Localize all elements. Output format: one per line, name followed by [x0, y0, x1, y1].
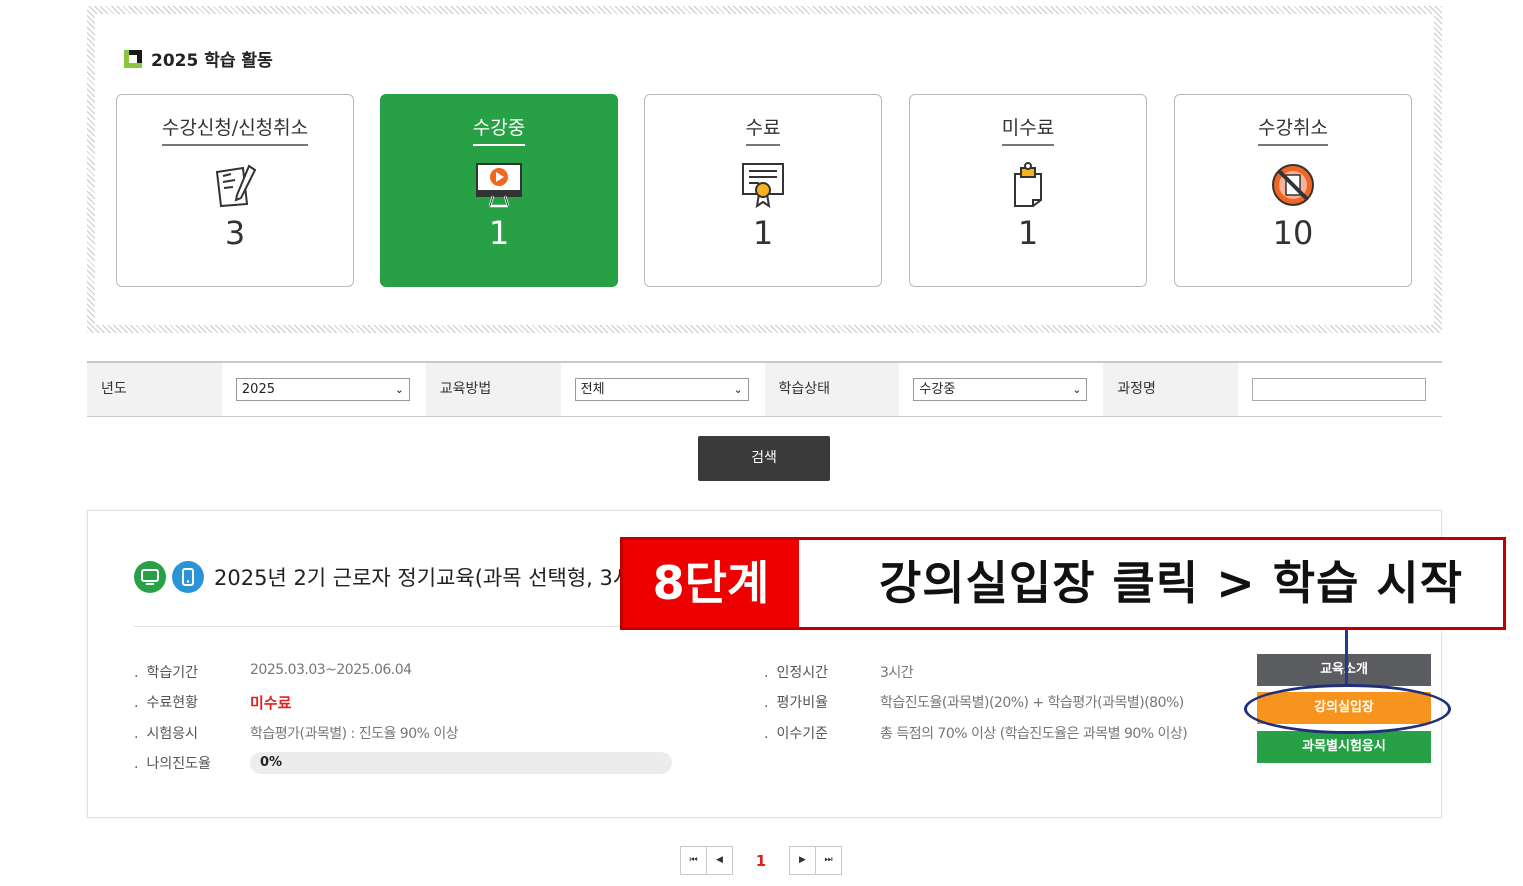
course-name-input[interactable] [1252, 378, 1427, 401]
progress-bar: 0% [250, 752, 672, 774]
highlight-ellipse [1244, 684, 1451, 734]
stat-card-incomplete[interactable]: 미수료 1 [909, 94, 1147, 287]
stat-label: 수료 [745, 113, 781, 146]
cancel-icon [1272, 164, 1314, 206]
summary-title-text: 2025 학습 활동 [151, 51, 273, 71]
first-page-button[interactable]: ⏮ [680, 846, 707, 875]
criteria-value: 총 득점의 70% 이상 (학습진도율은 과목별 90% 이상) [880, 726, 1188, 742]
course-header: 2025년 2기 근로자 정기교육(과목 선택형, 3시 [134, 561, 632, 593]
certificate-icon [742, 163, 784, 209]
exam-value: 학습평가(과목별) : 진도율 90% 이상 [250, 726, 459, 742]
pc-icon [134, 561, 166, 593]
hours-label: 인정시간 [764, 662, 828, 682]
completion-status-badge: 미수료 [250, 694, 292, 712]
method-select-value: 전체 [580, 382, 605, 397]
search-filter-bar: 년도 2025 ⌄ 교육방법 전체 ⌄ 학습상태 수강중 ⌄ 과정명 [87, 361, 1442, 417]
course-name-field [1238, 363, 1442, 416]
clipboard-icon [1014, 162, 1042, 207]
subject-exam-button[interactable]: 과목별시험응시 [1257, 731, 1431, 763]
stat-card-in-progress[interactable]: 수강중 1 [380, 94, 618, 287]
last-page-button[interactable]: ⏭ [815, 846, 842, 875]
stat-count: 1 [488, 214, 510, 252]
method-field: 전체 ⌄ [561, 363, 765, 416]
title-square-icon [124, 49, 142, 68]
stat-card-cancelled[interactable]: 수강취소 10 [1174, 94, 1412, 287]
course-title: 2025년 2기 근로자 정기교육(과목 선택형, 3시 [214, 566, 633, 590]
method-select[interactable]: 전체 ⌄ [574, 378, 749, 401]
stat-count: 1 [752, 214, 774, 252]
status-select[interactable]: 수강중 ⌄ [913, 378, 1088, 401]
page-number-current[interactable]: 1 [733, 852, 789, 870]
first-page-icon: ⏮ [689, 855, 698, 865]
status-label: 학습상태 [764, 363, 900, 416]
stat-label: 수강취소 [1258, 113, 1328, 146]
year-label: 년도 [87, 363, 222, 416]
video-lecture-icon [476, 163, 522, 208]
year-select-value: 2025 [241, 382, 275, 397]
application-form-icon [215, 164, 257, 208]
pagination: ⏮ ◀ 1 ▶ ⏭ [680, 846, 842, 875]
method-label: 교육방법 [425, 363, 561, 416]
progress-value: 0% [260, 755, 283, 770]
completion-label: 수료현황 [134, 692, 198, 712]
learning-summary-panel: 2025 학습 활동 수강신청/신청취소 3 수강중 1 수료 1 미수료 1 … [87, 6, 1442, 333]
period-label: 학습기간 [134, 662, 198, 682]
criteria-label: 이수기준 [764, 723, 828, 743]
course-name-label: 과정명 [1103, 363, 1239, 416]
ratio-value: 학습진도율(과목별)(20%) + 학습평가(과목별)(80%) [880, 695, 1184, 711]
stat-label: 수강중 [472, 113, 526, 146]
step-instruction: 강의실입장 클릭 > 학습 시작 [878, 556, 1464, 610]
stat-count: 1 [1017, 214, 1039, 252]
stat-count: 10 [1272, 214, 1314, 252]
stat-card-completed[interactable]: 수료 1 [644, 94, 882, 287]
prev-page-button[interactable]: ◀ [706, 846, 733, 875]
last-page-icon: ⏭ [824, 855, 833, 865]
learning-summary-inner: 2025 학습 활동 수강신청/신청취소 3 수강중 1 수료 1 미수료 1 … [95, 14, 1434, 325]
stat-count: 3 [224, 214, 246, 252]
search-button[interactable]: 검색 [698, 436, 830, 481]
status-field: 수강중 ⌄ [899, 363, 1103, 416]
next-page-icon: ▶ [799, 855, 806, 865]
status-select-value: 수강중 [919, 382, 956, 397]
progress-label: 나의진도율 [134, 753, 210, 773]
mobile-icon [172, 561, 204, 593]
course-intro-button[interactable]: 교육소개 [1257, 654, 1431, 686]
chevron-down-icon: ⌄ [733, 383, 743, 396]
year-select[interactable]: 2025 ⌄ [235, 378, 410, 401]
stat-label: 미수료 [1001, 113, 1055, 146]
year-field: 2025 ⌄ [222, 363, 426, 416]
stat-label: 수강신청/신청취소 [161, 113, 309, 146]
hours-value: 3시간 [880, 665, 914, 681]
period-value: 2025.03.03~2025.06.04 [250, 662, 412, 678]
prev-page-icon: ◀ [716, 855, 723, 865]
step-callout: 8단계 강의실입장 클릭 > 학습 시작 [620, 537, 1506, 630]
callout-connector-line [1345, 630, 1348, 686]
chevron-down-icon: ⌄ [1072, 383, 1082, 396]
exam-label: 시험응시 [134, 723, 198, 743]
chevron-down-icon: ⌄ [394, 383, 404, 396]
next-page-button[interactable]: ▶ [789, 846, 816, 875]
ratio-label: 평가비율 [764, 692, 828, 712]
step-badge: 8단계 [623, 540, 799, 627]
summary-title: 2025 학습 활동 [124, 46, 273, 71]
stat-card-applied[interactable]: 수강신청/신청취소 3 [116, 94, 354, 287]
